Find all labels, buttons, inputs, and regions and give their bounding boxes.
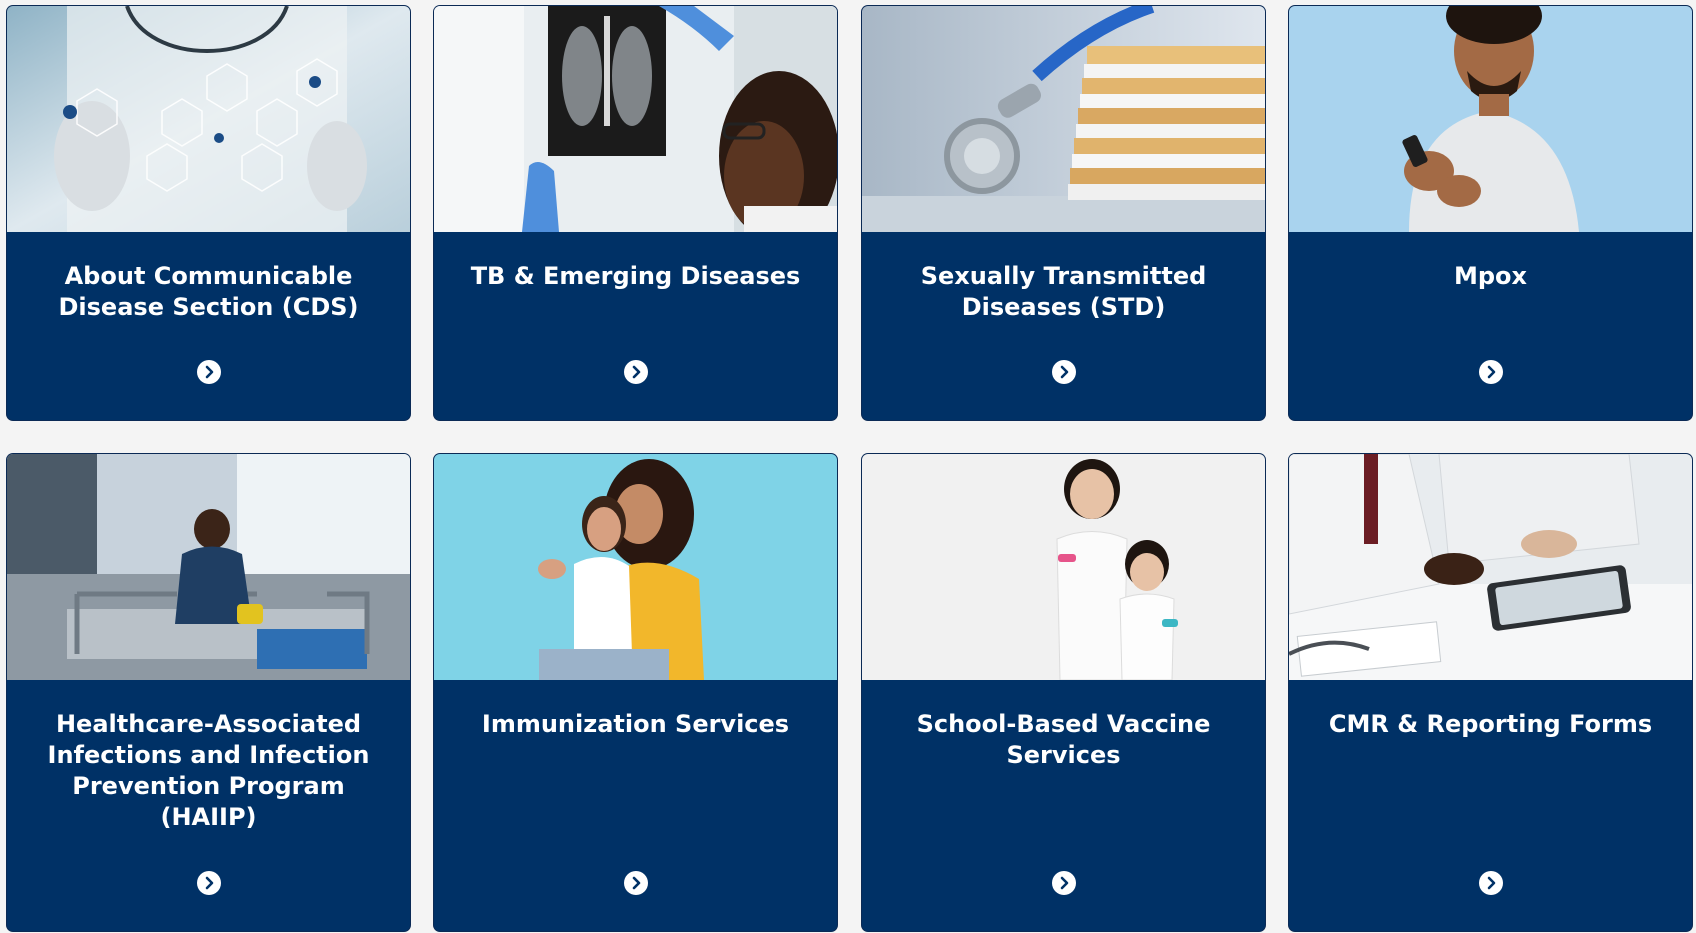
card-title: School-Based Vaccine Services (916, 710, 1211, 769)
card-title: Healthcare-Associated Infections and Inf… (47, 710, 370, 831)
chevron-right-circle-icon[interactable] (1478, 871, 1503, 895)
card-image (7, 454, 410, 680)
card-image (1289, 6, 1692, 232)
card-image (434, 454, 837, 680)
card-image (7, 6, 410, 232)
card-cmr-reporting-forms[interactable]: CMR & Reporting Forms (1289, 454, 1692, 931)
card-title: Immunization Services (481, 710, 790, 738)
card-image (1289, 454, 1692, 680)
card-immunization-services[interactable]: Immunization Services (434, 454, 837, 931)
chevron-right-circle-icon[interactable] (1051, 871, 1076, 895)
card-tb-emerging-diseases[interactable]: TB & Emerging Diseases (434, 6, 837, 420)
card-title: TB & Emerging Diseases (470, 262, 801, 290)
card-title: CMR & Reporting Forms (1328, 710, 1653, 738)
card-image (434, 6, 837, 232)
card-image (862, 6, 1265, 232)
card-image (862, 454, 1265, 680)
card-title: About Communicable Disease Section (CDS) (58, 262, 359, 321)
chevron-right-circle-icon[interactable] (623, 360, 648, 384)
chevron-right-circle-icon[interactable] (1478, 360, 1503, 384)
chevron-right-circle-icon[interactable] (1051, 360, 1076, 384)
card-mpox[interactable]: Mpox (1289, 6, 1692, 420)
chevron-right-circle-icon[interactable] (196, 871, 221, 895)
card-school-based-vaccine[interactable]: School-Based Vaccine Services (862, 454, 1265, 931)
card-std[interactable]: Sexually Transmitted Diseases (STD) (862, 6, 1265, 420)
card-about-cds[interactable]: About Communicable Disease Section (CDS) (7, 6, 410, 420)
card-grid: About Communicable Disease Section (CDS) (0, 0, 1696, 933)
card-haiip[interactable]: Healthcare-Associated Infections and Inf… (7, 454, 410, 931)
card-title: Mpox (1453, 262, 1528, 290)
card-title: Sexually Transmitted Diseases (STD) (920, 262, 1207, 321)
chevron-right-circle-icon[interactable] (623, 871, 648, 895)
chevron-right-circle-icon[interactable] (196, 360, 221, 384)
